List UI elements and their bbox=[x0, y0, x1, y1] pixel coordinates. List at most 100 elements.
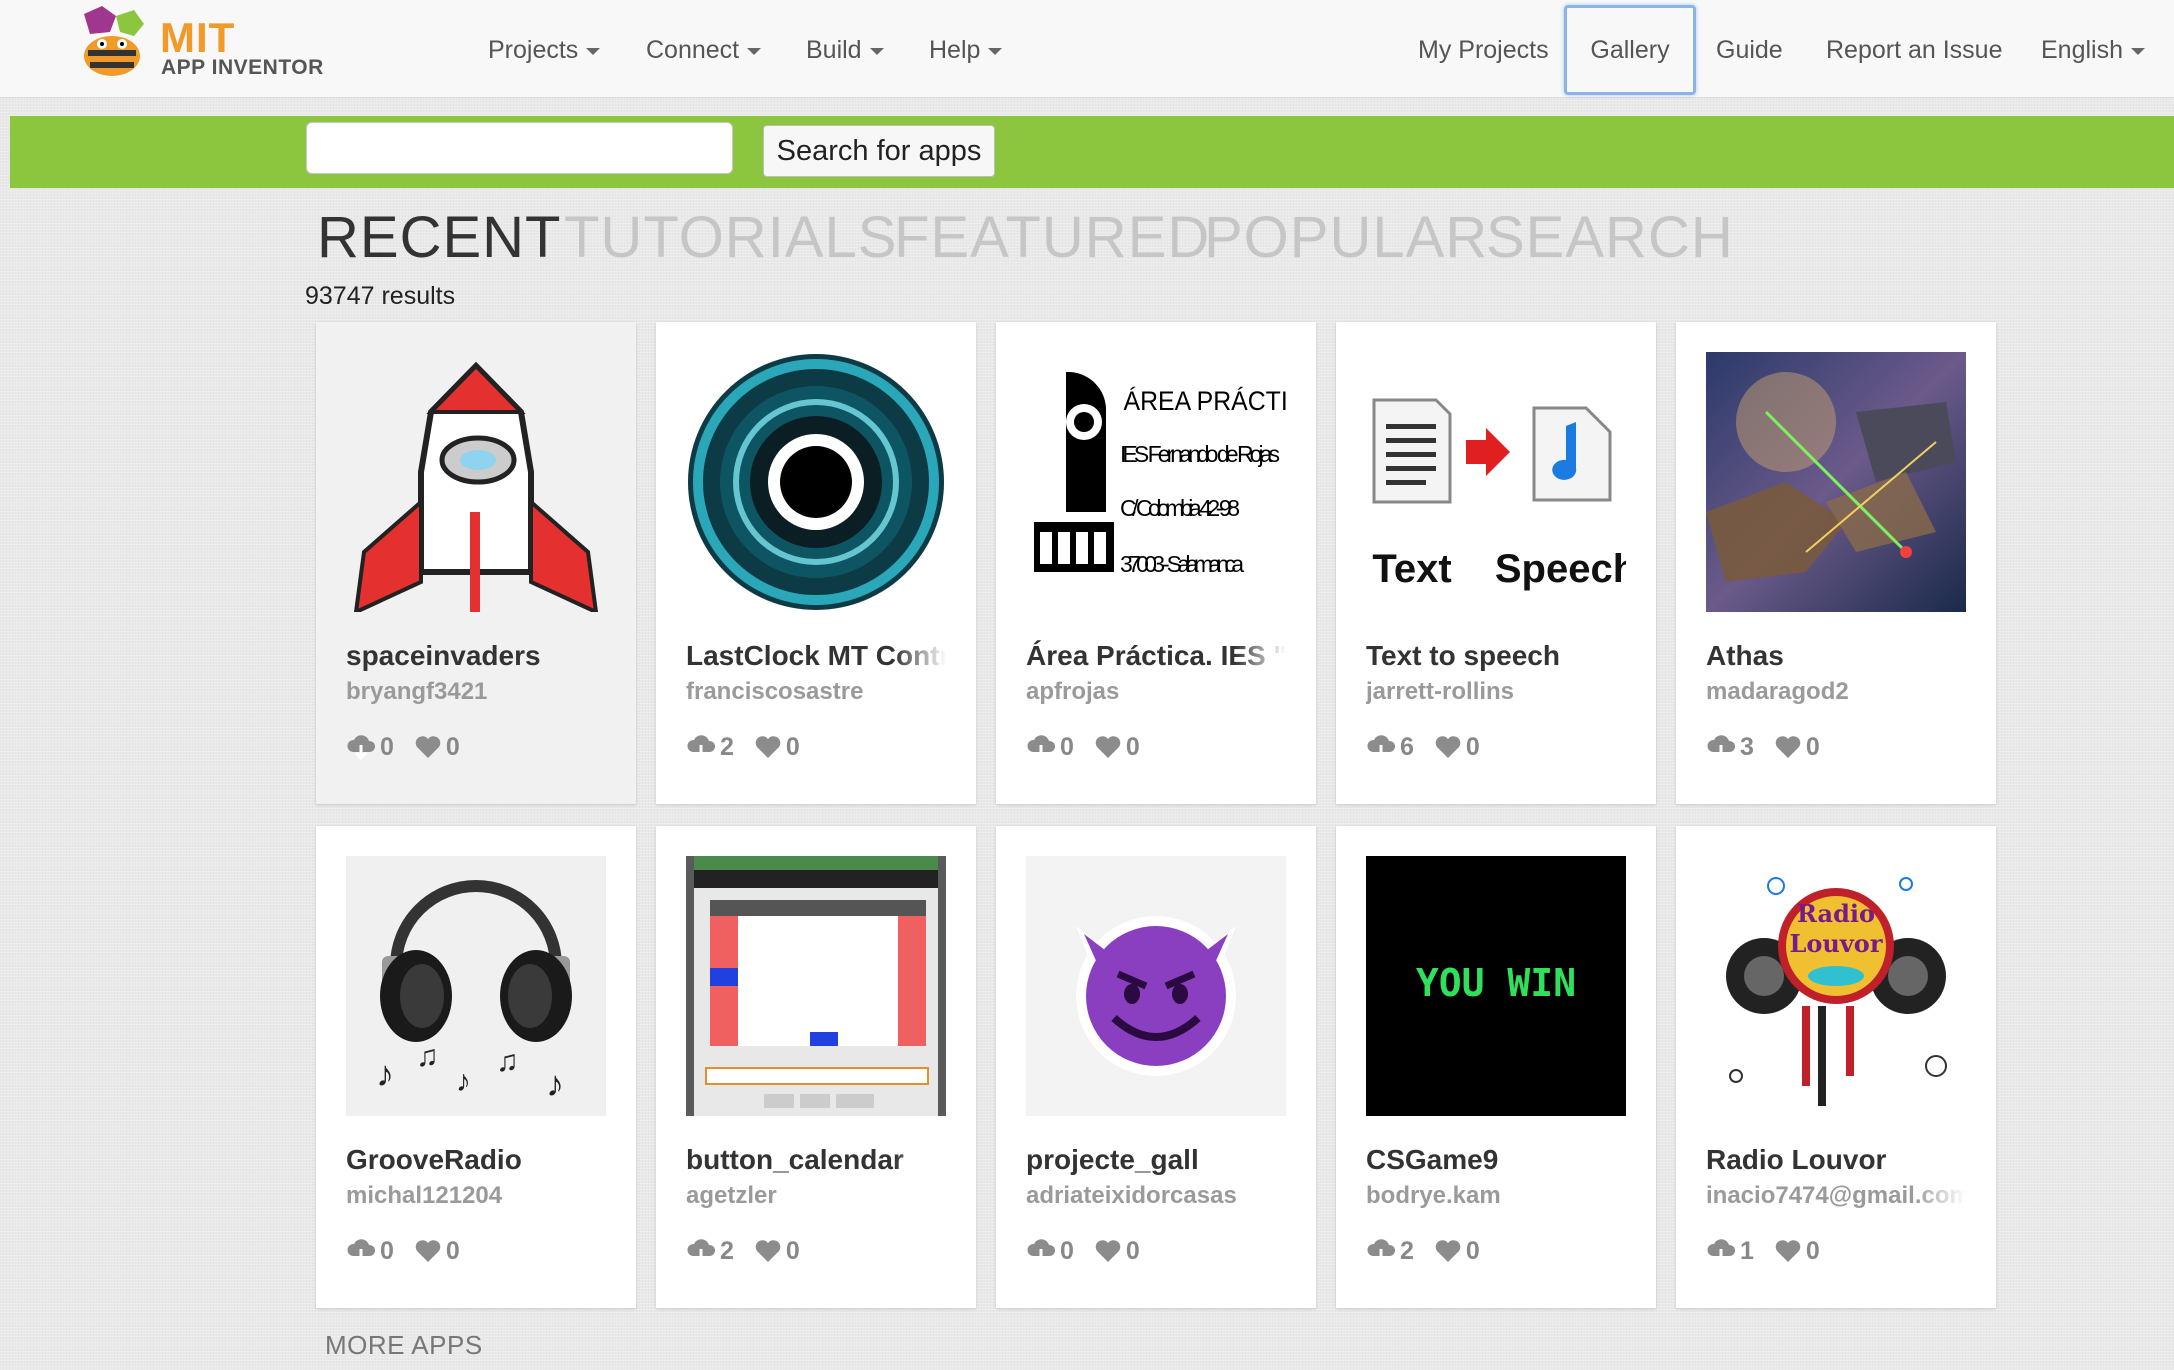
download-cloud-icon bbox=[1707, 1239, 1736, 1265]
app-author[interactable]: bodrye.kam bbox=[1366, 1182, 1626, 1210]
tab-featured[interactable]: FEATURED bbox=[894, 204, 1210, 271]
app-card[interactable]: LastClock MT Control franciscosastre 20 bbox=[656, 322, 976, 804]
search-input[interactable] bbox=[306, 122, 733, 174]
svg-text:♫: ♫ bbox=[496, 1045, 519, 1078]
tab-search[interactable]: SEARCH bbox=[1486, 204, 1734, 271]
download-count: 2 bbox=[1400, 1236, 1414, 1265]
app-card[interactable]: Athas madaragod2 30 bbox=[1676, 322, 1996, 804]
app-title[interactable]: Radio Louvor bbox=[1706, 1144, 1966, 1176]
chevron-down-icon bbox=[586, 47, 601, 55]
nav-connect-label: Connect bbox=[646, 36, 740, 64]
app-title[interactable]: button_calendar bbox=[686, 1144, 946, 1176]
svg-text:♫: ♫ bbox=[416, 1040, 439, 1073]
tab-recent[interactable]: RECENT bbox=[317, 204, 561, 271]
rocket-image bbox=[346, 352, 606, 612]
headphones-image: ♪ ♫ ♪ ♫ ♪ bbox=[346, 856, 606, 1116]
app-title[interactable]: Área Práctica. IES "Fernando de Rojas" bbox=[1026, 640, 1286, 672]
app-card[interactable]: ÁREA PRÁCTICA IES Fernando de Rojas C/ C… bbox=[996, 322, 1316, 804]
app-title[interactable]: GrooveRadio bbox=[346, 1144, 606, 1176]
nav-build-label: Build bbox=[806, 36, 862, 64]
download-cloud-icon bbox=[1027, 735, 1056, 761]
logo-text-line3: C/ Colombia 42-98 bbox=[1120, 495, 1240, 521]
nav-guide[interactable]: Guide bbox=[1716, 28, 1783, 72]
app-title[interactable]: spaceinvaders bbox=[346, 640, 606, 672]
app-stats: 20 bbox=[1366, 1236, 1500, 1266]
logo-text-line2: IES Fernando de Rojas bbox=[1120, 441, 1280, 467]
app-card[interactable]: button_calendar agetzler 20 bbox=[656, 826, 976, 1308]
lens-image bbox=[686, 352, 946, 612]
app-stats: 00 bbox=[346, 1236, 480, 1266]
calendar-screenshot bbox=[686, 856, 946, 1116]
heart-icon bbox=[1775, 736, 1801, 759]
download-cloud-icon bbox=[1367, 735, 1396, 761]
app-stats: 20 bbox=[686, 732, 820, 762]
download-cloud-icon bbox=[687, 1239, 716, 1265]
app-title[interactable]: LastClock MT Control bbox=[686, 640, 946, 672]
heart-icon bbox=[415, 1240, 441, 1263]
app-card[interactable]: ♪ ♫ ♪ ♫ ♪ GrooveRadio michal121204 00 bbox=[316, 826, 636, 1308]
app-stats: 60 bbox=[1366, 732, 1500, 762]
brand-mit: MIT bbox=[160, 14, 236, 61]
speech-label: Speech bbox=[1495, 547, 1626, 591]
nav-projects-dropdown[interactable]: Projects bbox=[488, 28, 601, 72]
app-stats: 30 bbox=[1706, 732, 1840, 762]
nav-language-dropdown[interactable]: English bbox=[2041, 28, 2145, 72]
nav-build-dropdown[interactable]: Build bbox=[806, 28, 884, 72]
app-title[interactable]: Text to speech bbox=[1366, 640, 1626, 672]
app-title[interactable]: projecte_gall bbox=[1026, 1144, 1286, 1176]
svg-text:♪: ♪ bbox=[456, 1065, 471, 1098]
nav-connect-dropdown[interactable]: Connect bbox=[646, 28, 762, 72]
app-stats: 10 bbox=[1706, 1236, 1840, 1266]
more-apps-link[interactable]: MORE APPS bbox=[325, 1330, 483, 1361]
app-card[interactable]: Radio Louvor Radio Louvor inacio7474@gma… bbox=[1676, 826, 1996, 1308]
download-cloud-icon bbox=[687, 735, 716, 761]
search-apps-button[interactable]: Search for apps bbox=[763, 125, 995, 177]
heart-icon bbox=[1435, 1240, 1461, 1263]
logo-text-line1: ÁREA PRÁCTICA bbox=[1124, 386, 1286, 416]
heart-icon bbox=[415, 736, 441, 759]
download-cloud-icon bbox=[347, 1239, 376, 1265]
app-card[interactable]: Text Speech Text to speech jarrett-rolli… bbox=[1336, 322, 1656, 804]
louvor-text: Louvor bbox=[1790, 929, 1883, 958]
like-count: 0 bbox=[1805, 732, 1820, 761]
heart-icon bbox=[755, 736, 781, 759]
top-navbar: MIT APP INVENTOR Projects Connect Build … bbox=[0, 0, 2174, 98]
nav-gallery[interactable]: Gallery bbox=[1564, 5, 1696, 95]
like-count: 0 bbox=[785, 732, 800, 761]
app-author[interactable]: inacio7474@gmail.com bbox=[1706, 1182, 1966, 1210]
app-author[interactable]: franciscosastre bbox=[686, 678, 946, 706]
nav-report-issue[interactable]: Report an Issue bbox=[1826, 28, 2003, 72]
like-count: 0 bbox=[1465, 732, 1480, 761]
app-author[interactable]: madaragod2 bbox=[1706, 678, 1966, 706]
app-author[interactable]: michal121204 bbox=[346, 1182, 606, 1210]
svg-text:♪: ♪ bbox=[546, 1063, 564, 1104]
download-count: 2 bbox=[720, 1236, 734, 1265]
app-author[interactable]: jarrett-rollins bbox=[1366, 678, 1626, 706]
app-title[interactable]: CSGame9 bbox=[1366, 1144, 1626, 1176]
app-author[interactable]: agetzler bbox=[686, 1182, 946, 1210]
download-cloud-icon bbox=[1367, 1239, 1396, 1265]
like-count: 0 bbox=[445, 732, 460, 761]
download-count: 0 bbox=[1060, 1236, 1074, 1265]
heart-icon bbox=[1775, 1240, 1801, 1263]
app-inventor-logo[interactable]: MIT APP INVENTOR bbox=[64, 6, 324, 86]
download-count: 2 bbox=[720, 732, 734, 761]
nav-my-projects[interactable]: My Projects bbox=[1418, 28, 1549, 72]
nav-help-label: Help bbox=[929, 36, 981, 64]
download-count: 0 bbox=[1060, 732, 1074, 761]
app-author[interactable]: apfrojas bbox=[1026, 678, 1286, 706]
download-cloud-icon bbox=[1027, 1239, 1056, 1265]
app-card[interactable]: spaceinvaders bryangf3421 0 0 bbox=[316, 322, 636, 804]
app-title[interactable]: Athas bbox=[1706, 640, 1966, 672]
app-author[interactable]: bryangf3421 bbox=[346, 678, 606, 706]
nav-help-dropdown[interactable]: Help bbox=[929, 28, 1003, 72]
download-count: 6 bbox=[1400, 732, 1414, 761]
download-count: 0 bbox=[380, 732, 394, 761]
text-label: Text bbox=[1372, 547, 1451, 591]
app-author[interactable]: adriateixidorcasas bbox=[1026, 1182, 1286, 1210]
tab-popular[interactable]: POPULAR bbox=[1204, 204, 1488, 271]
download-cloud-icon bbox=[347, 735, 376, 761]
app-card[interactable]: projecte_gall adriateixidorcasas 00 bbox=[996, 826, 1316, 1308]
app-card[interactable]: YOU WIN CSGame9 bodrye.kam 20 bbox=[1336, 826, 1656, 1308]
tab-tutorials[interactable]: TUTORIALS bbox=[564, 204, 897, 271]
